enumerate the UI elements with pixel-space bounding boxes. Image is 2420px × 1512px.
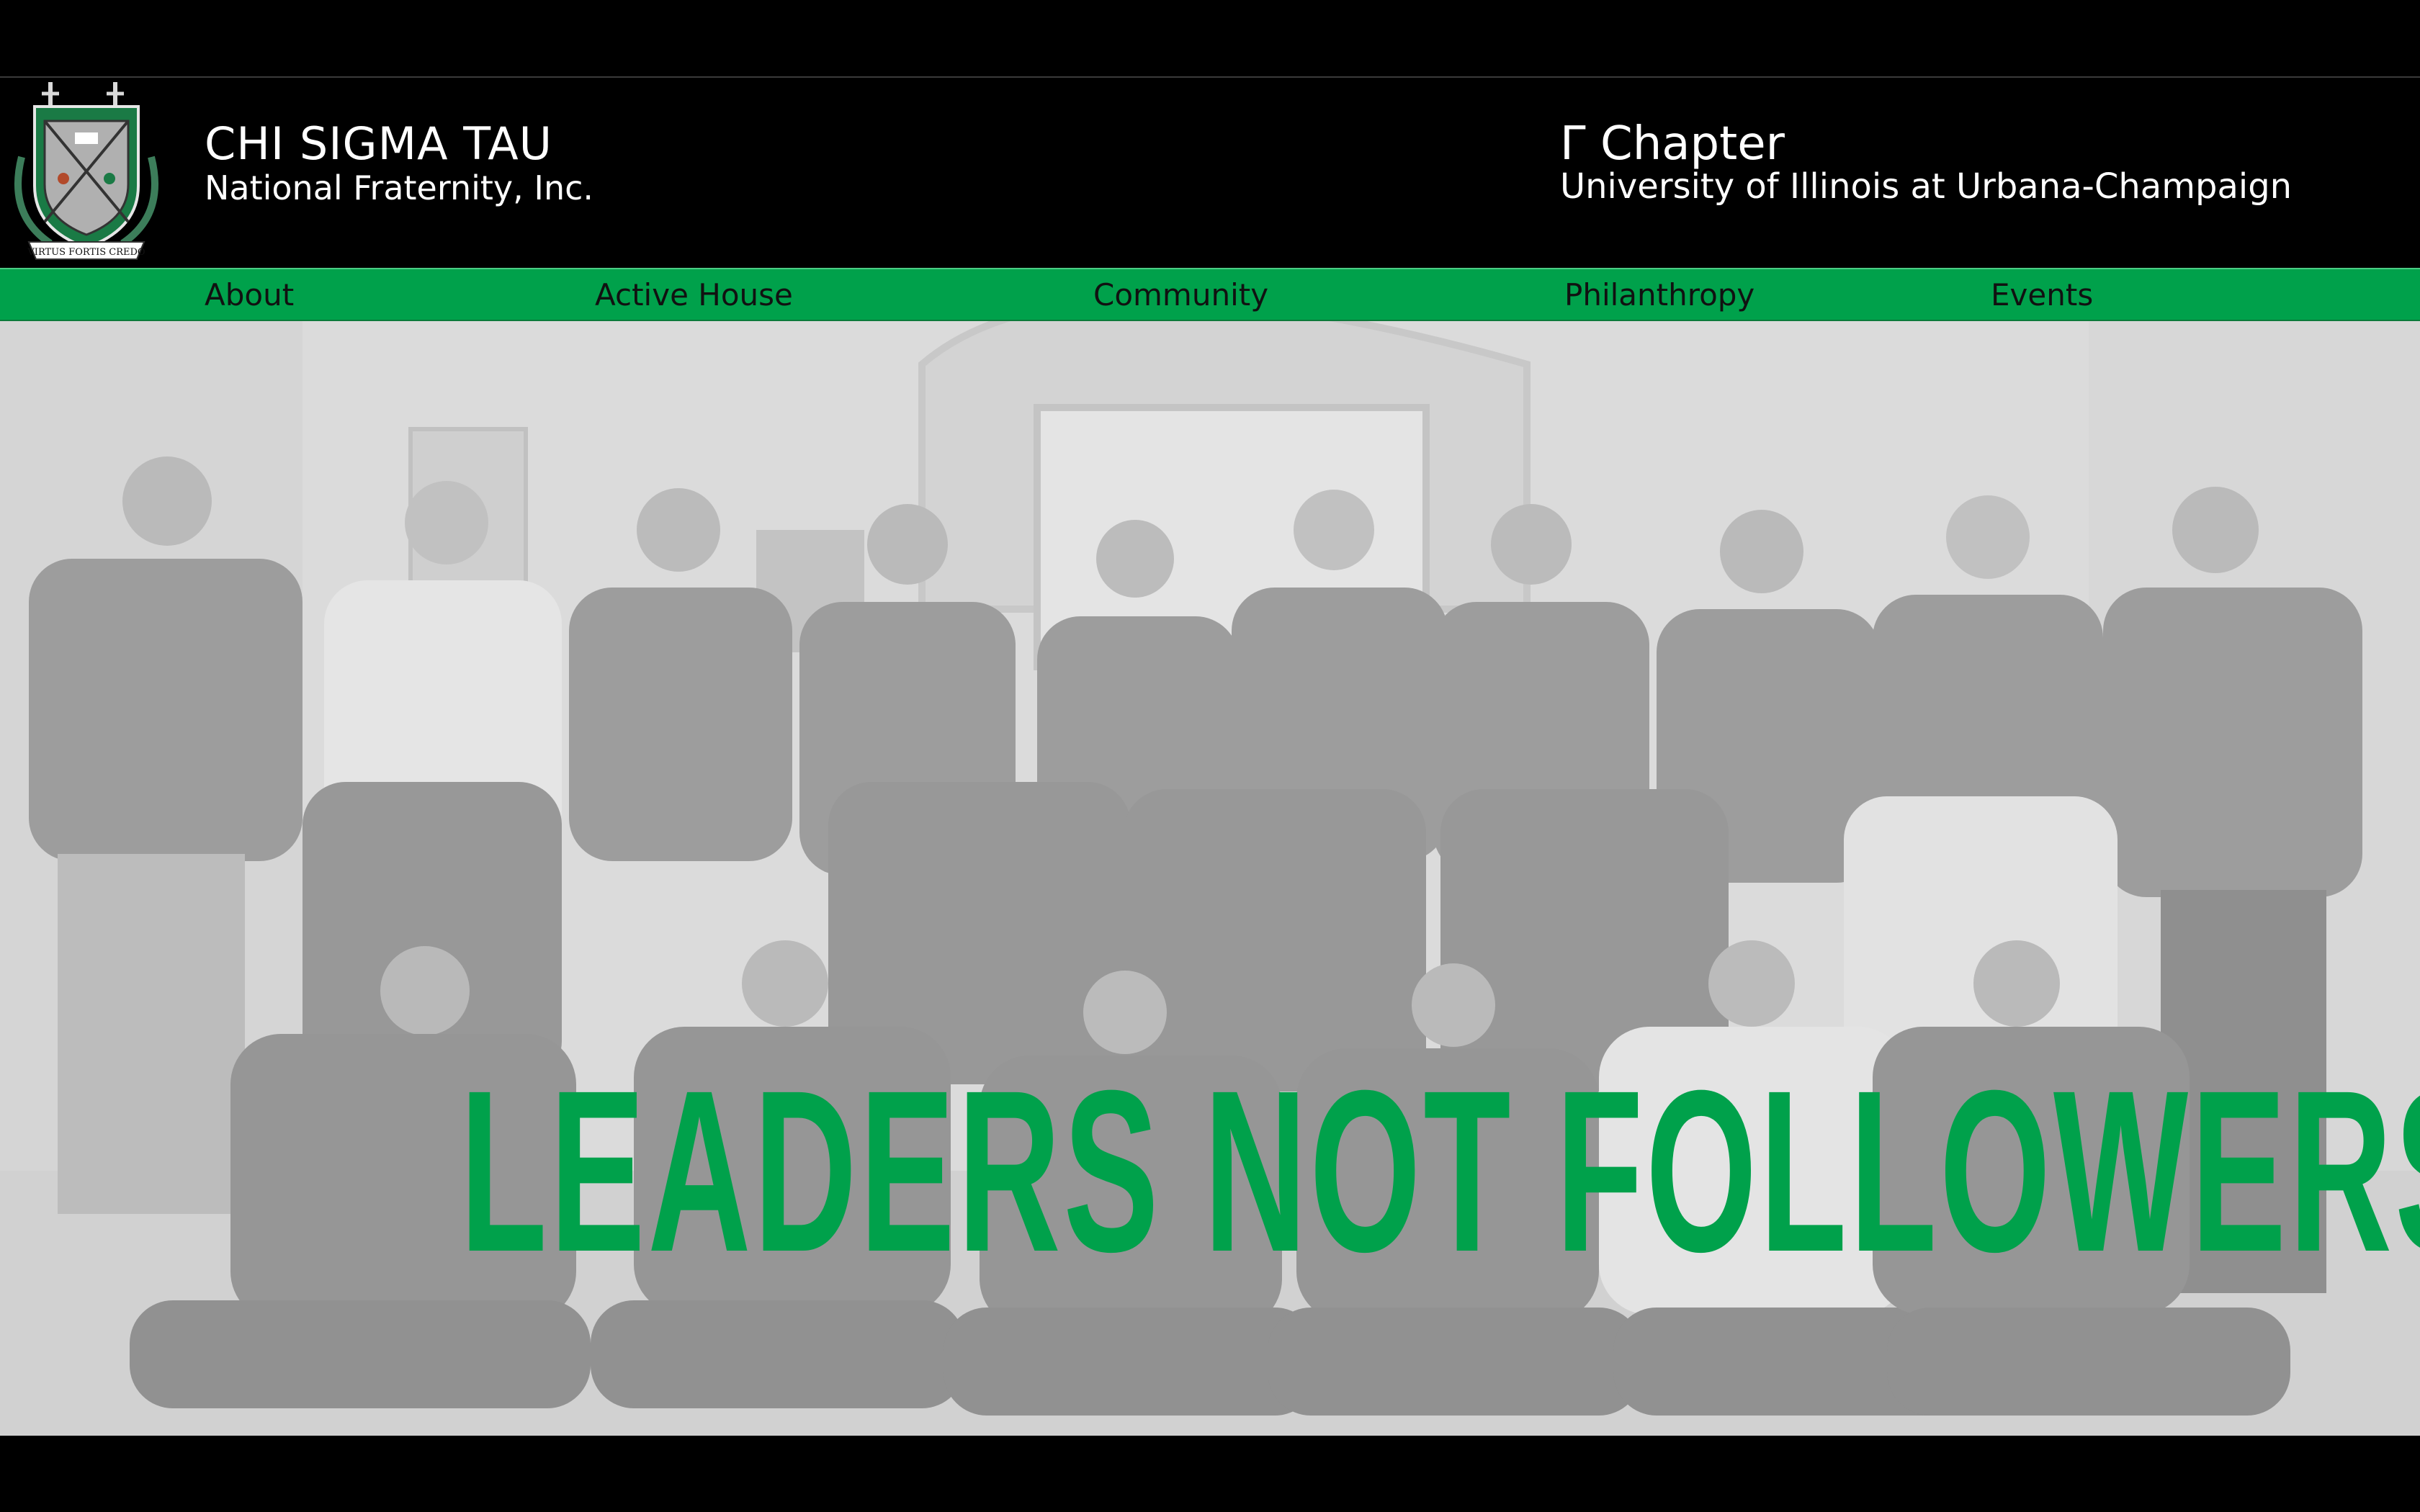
chapter-block: Γ Chapter University of Illinois at Urba…: [1560, 120, 2292, 204]
page: VIRTUS FORTIS CREDO CHI SIGMA TAU Nation…: [0, 0, 2420, 1512]
hero-slogan: LEADERS NOT FOLLOWERS: [460, 1042, 2420, 1300]
nav-item-active-house[interactable]: Active House: [595, 275, 793, 315]
org-name: CHI SIGMA TAU: [205, 117, 553, 170]
brand-block[interactable]: CHI SIGMA TAU National Fraternity, Inc.: [205, 117, 594, 208]
crest-motto: VIRTUS FORTIS CREDO: [27, 247, 145, 258]
nav-item-about[interactable]: About: [205, 275, 294, 315]
nav-item-events[interactable]: Events: [1991, 275, 2093, 315]
org-subtitle: National Fraternity, Inc.: [205, 168, 594, 207]
chapter-school: University of Illinois at Urbana-Champai…: [1560, 166, 2293, 207]
nav-item-community[interactable]: Community: [1093, 275, 1268, 315]
main-nav: About Active House Community Philanthrop…: [0, 268, 2420, 321]
site-header: VIRTUS FORTIS CREDO CHI SIGMA TAU Nation…: [0, 76, 2420, 268]
nav-item-philanthropy[interactable]: Philanthropy: [1564, 275, 1754, 315]
chapter-name: Γ Chapter: [1560, 117, 1785, 171]
hero-section: LEADERS NOT FOLLOWERS: [0, 321, 2420, 1436]
fraternity-crest-icon[interactable]: VIRTUS FORTIS CREDO: [0, 78, 173, 268]
bottom-letterbox: [0, 1436, 2420, 1512]
